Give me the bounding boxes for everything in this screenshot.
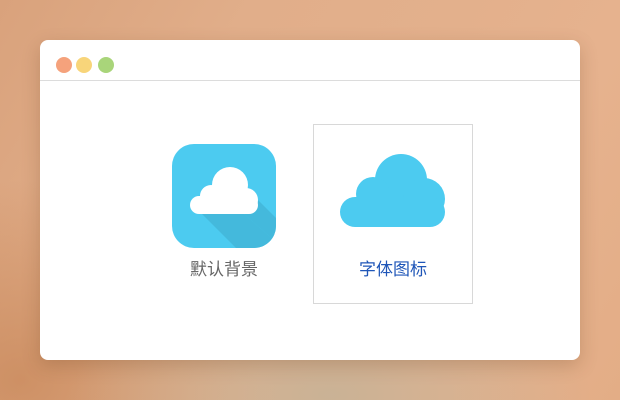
option-default-background[interactable]: 默认背景 xyxy=(163,124,323,304)
close-button[interactable] xyxy=(56,57,72,73)
cloud-app-icon xyxy=(172,144,276,248)
minimize-button[interactable] xyxy=(76,57,92,73)
maximize-button[interactable] xyxy=(98,57,114,73)
option-label: 字体图标 xyxy=(359,260,427,280)
option-font-icon[interactable]: 字体图标 xyxy=(313,124,473,304)
app-window: 默认背景 字体图标 xyxy=(40,40,580,360)
option-label: 默认背景 xyxy=(190,260,258,280)
cloud-icon xyxy=(340,153,446,227)
title-bar xyxy=(40,40,580,81)
